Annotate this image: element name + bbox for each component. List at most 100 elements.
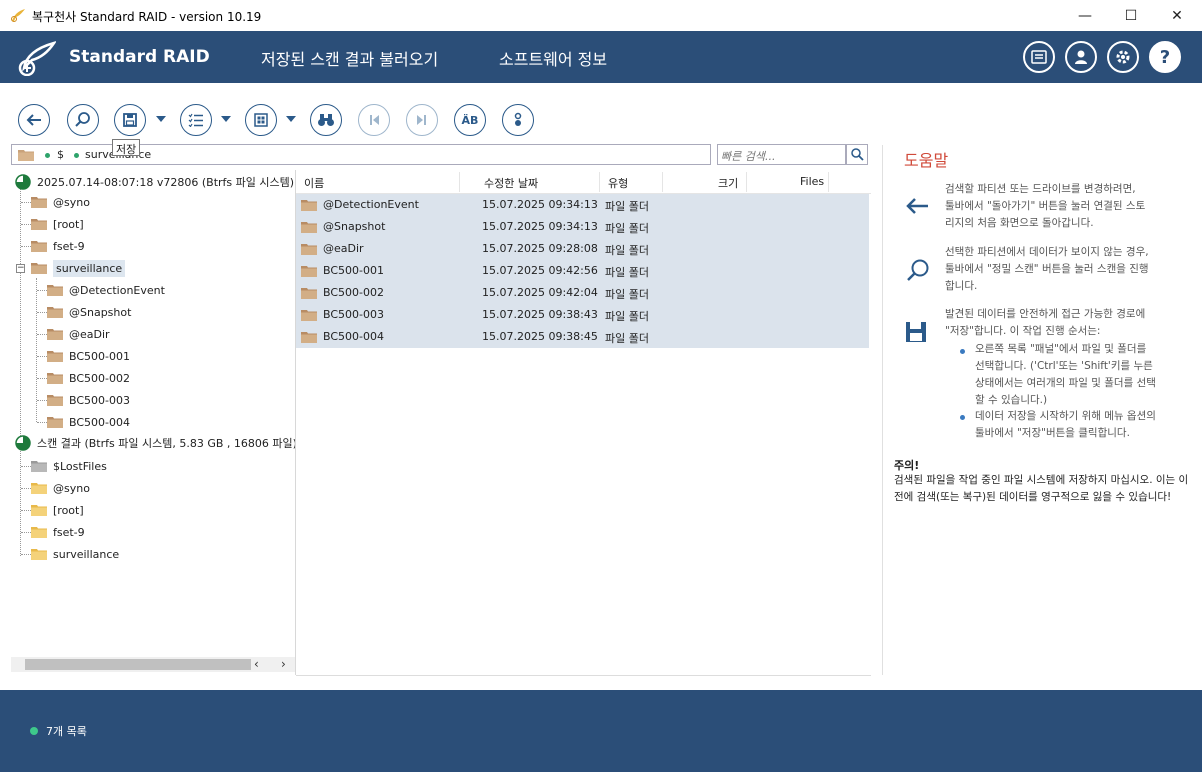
status-dot — [30, 727, 38, 735]
view-dropdown-arrow[interactable] — [221, 116, 231, 122]
tree-label: @eaDir — [69, 327, 110, 341]
help-title: 도움말 — [904, 151, 949, 170]
scroll-left-icon[interactable]: ‹ — [254, 657, 259, 671]
cell-name: BC500-001 — [323, 264, 384, 277]
table-row[interactable]: @eaDir 15.07.2025 09:28:08 파일 폴더 — [296, 238, 869, 260]
folder-icon — [31, 197, 47, 208]
next-icon — [417, 115, 426, 125]
cell-modified: 15.07.2025 09:28:08 — [482, 242, 598, 255]
help-button[interactable]: ? — [1149, 41, 1181, 73]
next-button[interactable] — [406, 104, 438, 136]
column-name[interactable]: 이름 — [304, 175, 324, 191]
column-modified[interactable]: 수정한 날짜 — [484, 175, 538, 191]
messages-button[interactable] — [1023, 41, 1055, 73]
tree-item-root[interactable]: [root] — [31, 214, 84, 234]
tree-item-eadir[interactable]: @eaDir — [47, 324, 110, 344]
menu-software-info[interactable]: 소프트웨어 정보 — [499, 46, 607, 70]
window-title: 복구천사 Standard RAID - version 10.19 — [32, 10, 262, 24]
view-mode-button[interactable] — [245, 104, 277, 136]
tree-item-snapshot[interactable]: @Snapshot — [47, 302, 131, 322]
tree-item-surveillance[interactable]: surveillance — [31, 258, 126, 278]
tree-item-bc500-004[interactable]: BC500-004 — [47, 412, 130, 432]
folder-icon — [47, 417, 63, 428]
folder-icon — [301, 332, 317, 343]
quick-search-input[interactable] — [718, 147, 838, 166]
tree-item-syno[interactable]: @syno — [31, 192, 90, 212]
table-row[interactable]: BC500-002 15.07.2025 09:42:04 파일 폴더 — [296, 282, 869, 304]
save-dropdown-arrow[interactable] — [156, 116, 166, 122]
pie-progress-icon — [15, 174, 31, 190]
tree-item-detectionevent[interactable]: @DetectionEvent — [47, 280, 165, 300]
tree-item-fset9[interactable]: fset-9 — [31, 236, 85, 256]
table-row[interactable]: @DetectionEvent 15.07.2025 09:34:13 파일 폴더 — [296, 194, 869, 216]
message-list-icon — [1031, 50, 1047, 64]
table-row[interactable]: BC500-004 15.07.2025 09:38:45 파일 폴더 — [296, 326, 869, 348]
maximize-icon: ☐ — [1124, 7, 1138, 24]
tree-label: @DetectionEvent — [69, 283, 165, 297]
back-button[interactable] — [18, 104, 50, 136]
tree-item-surveillance-2[interactable]: surveillance — [31, 544, 119, 564]
list-header: 이름 수정한 날짜 유형 크기 Files — [296, 170, 871, 194]
status-text: 7개 목록 — [46, 725, 87, 738]
close-button[interactable]: ✕ — [1154, 0, 1200, 31]
tree-item-bc500-001[interactable]: BC500-001 — [47, 346, 130, 366]
quick-search[interactable] — [717, 144, 846, 166]
toggle-button[interactable] — [502, 104, 534, 136]
help-save-step1: 오른쪽 목록 "패널"에서 파일 및 폴더를 선택합니다. ('Ctrl'또는 '… — [975, 343, 1156, 406]
yellow-folder-icon — [31, 505, 47, 516]
folder-icon — [47, 307, 63, 318]
tree-label: fset-9 — [53, 525, 85, 539]
help-panel: 도움말 검색할 파티션 또는 드라이브를 변경하려면, 툴바에서 "돌아가기" 버… — [882, 145, 1192, 675]
binoculars-icon — [318, 114, 334, 126]
floppy-save-icon — [123, 113, 137, 127]
settings-button[interactable] — [1107, 41, 1139, 73]
view-mode-dropdown-arrow[interactable] — [286, 116, 296, 122]
scrollbar-thumb[interactable] — [25, 659, 251, 670]
view-list-button[interactable] — [180, 104, 212, 136]
tree-item-lostfiles[interactable]: $LostFiles — [31, 456, 107, 476]
tree-root-scan-session[interactable]: 2025.07.14-08:07:18 v72806 (Btrfs 파일 시스템… — [15, 172, 294, 192]
table-row[interactable]: BC500-001 15.07.2025 09:42:56 파일 폴더 — [296, 260, 869, 282]
checklist-icon — [188, 113, 203, 127]
close-icon: ✕ — [1171, 7, 1183, 24]
table-row[interactable]: @Snapshot 15.07.2025 09:34:13 파일 폴더 — [296, 216, 869, 238]
prev-button[interactable] — [358, 104, 390, 136]
deep-scan-button[interactable] — [67, 104, 99, 136]
tree-label: fset-9 — [53, 239, 85, 253]
folder-icon — [301, 310, 317, 321]
encoding-button[interactable]: ÄB — [454, 104, 486, 136]
tree-root-scan-result[interactable]: 스캔 결과 (Btrfs 파일 시스템, 5.83 GB , 16806 파일) — [15, 433, 297, 453]
search-button[interactable] — [846, 144, 868, 165]
tree-horizontal-scrollbar[interactable]: ‹ › — [11, 657, 295, 672]
tree-item-bc500-003[interactable]: BC500-003 — [47, 390, 130, 410]
column-size[interactable]: 크기 — [718, 175, 738, 191]
search-icon — [850, 148, 864, 161]
folder-icon — [47, 285, 63, 296]
tree-item-root-2[interactable]: [root] — [31, 500, 84, 520]
menu-load-scan[interactable]: 저장된 스캔 결과 불러오기 — [261, 46, 438, 70]
column-type[interactable]: 유형 — [608, 175, 628, 191]
account-button[interactable] — [1065, 41, 1097, 73]
path-separator-dot — [45, 153, 50, 158]
minimize-icon: — — [1078, 7, 1092, 24]
save-button[interactable] — [114, 104, 146, 136]
maximize-button[interactable]: ☐ — [1108, 0, 1154, 31]
find-button[interactable] — [310, 104, 342, 136]
tree-item-bc500-002[interactable]: BC500-002 — [47, 368, 130, 388]
folder-icon — [301, 266, 317, 277]
magnifier-icon — [75, 112, 90, 127]
gear-icon — [1116, 50, 1130, 64]
minimize-button[interactable]: — — [1062, 0, 1108, 31]
scroll-right-icon[interactable]: › — [281, 657, 286, 671]
tree-label-selected: surveillance — [53, 259, 126, 277]
tree-item-syno-2[interactable]: @syno — [31, 478, 90, 498]
folder-icon — [47, 395, 63, 406]
table-row[interactable]: BC500-003 15.07.2025 09:38:43 파일 폴더 — [296, 304, 869, 326]
tree-label: surveillance — [53, 547, 120, 561]
collapse-toggle[interactable]: − — [16, 264, 25, 273]
tree-item-fset9-2[interactable]: fset-9 — [31, 522, 85, 542]
folder-icon — [301, 288, 317, 299]
path-segment-root[interactable]: $ — [57, 148, 64, 161]
column-files[interactable]: Files — [800, 175, 824, 188]
help-save-text: 발견된 데이터를 안전하게 접근 가능한 경로에 "저장"합니다. 이 작업 진행… — [945, 308, 1146, 337]
